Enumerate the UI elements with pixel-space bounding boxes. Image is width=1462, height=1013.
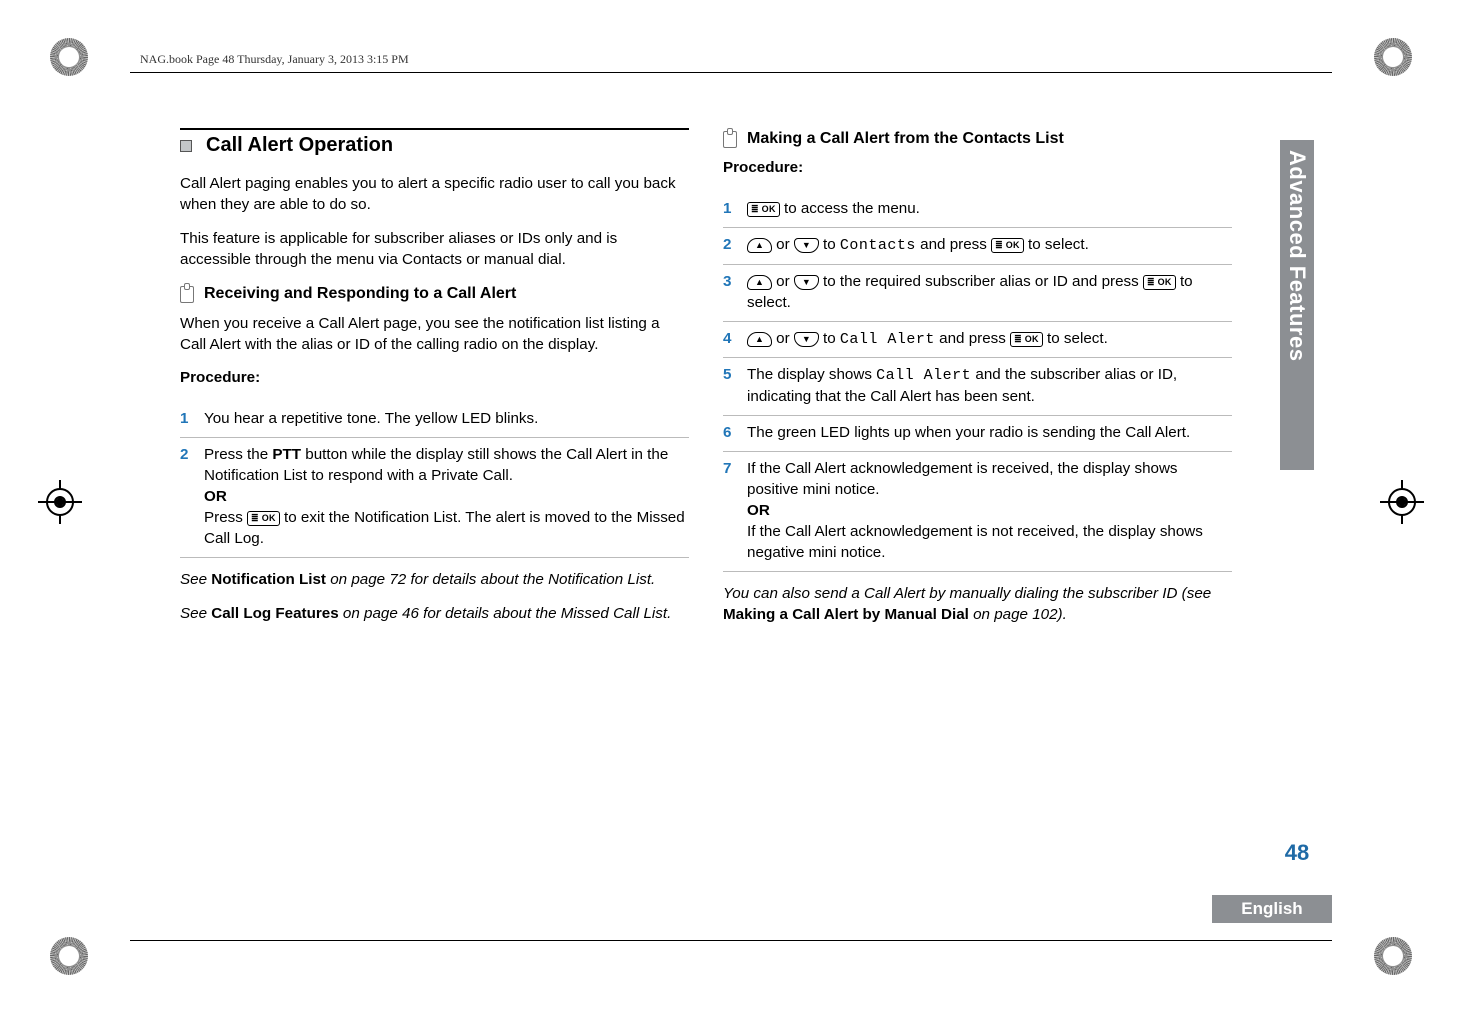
- up-key-icon: ▲: [747, 332, 772, 347]
- subheading-text: Making a Call Alert from the Contacts Li…: [747, 128, 1064, 150]
- clipboard-icon: [723, 131, 737, 148]
- subheading-receiving: Receiving and Responding to a Call Alert: [180, 283, 689, 305]
- up-key-icon: ▲: [747, 238, 772, 253]
- subheading-text: Receiving and Responding to a Call Alert: [204, 283, 516, 305]
- step-row: 3 ▲ or ▼ to the required subscriber alia…: [723, 264, 1232, 321]
- or-label: OR: [747, 502, 770, 519]
- step-body: Press the PTT button while the display s…: [204, 445, 689, 550]
- step-number: 2: [723, 235, 737, 257]
- step-row: 2 ▲ or ▼ to Contacts and press ≣ OK to s…: [723, 227, 1232, 264]
- sub-intro: When you receive a Call Alert page, you …: [180, 314, 689, 356]
- down-key-icon: ▼: [794, 238, 819, 253]
- note-notification-list: See Notification List on page 72 for det…: [180, 570, 689, 591]
- down-key-icon: ▼: [794, 275, 819, 290]
- page-number: 48: [1280, 840, 1314, 866]
- step-row: 7 If the Call Alert acknowledgement is r…: [723, 451, 1232, 571]
- left-column: Call Alert Operation Call Alert paging e…: [180, 128, 689, 639]
- print-mark-bl: [50, 937, 88, 975]
- intro-paragraph-1: Call Alert paging enables you to alert a…: [180, 174, 689, 216]
- print-mark-br: [1374, 937, 1412, 975]
- page-content: Call Alert Operation Call Alert paging e…: [180, 128, 1232, 639]
- menu-item-call-alert: Call Alert: [840, 331, 935, 348]
- right-column: Making a Call Alert from the Contacts Li…: [723, 128, 1232, 639]
- step-number: 5: [723, 365, 737, 408]
- step-number: 2: [180, 445, 194, 550]
- running-head: NAG.book Page 48 Thursday, January 3, 20…: [140, 52, 409, 67]
- menu-item-contacts: Contacts: [840, 237, 916, 254]
- print-crosshair-right: [1380, 480, 1424, 524]
- step-number: 3: [723, 272, 737, 314]
- step-row: 5 The display shows Call Alert and the s…: [723, 357, 1232, 415]
- step-row: 4 ▲ or ▼ to Call Alert and press ≣ OK to…: [723, 321, 1232, 358]
- step-body: ≣ OK to access the menu.: [747, 199, 1232, 220]
- step-body: The display shows Call Alert and the sub…: [747, 365, 1232, 408]
- print-crosshair-left: [38, 480, 82, 524]
- ok-key-icon: ≣ OK: [991, 238, 1024, 253]
- print-mark-tr: [1374, 38, 1412, 76]
- step-number: 4: [723, 329, 737, 351]
- step-row: 6 The green LED lights up when your radi…: [723, 415, 1232, 451]
- section-title: Call Alert Operation: [206, 132, 393, 160]
- or-label: OR: [204, 488, 227, 505]
- step-body: ▲ or ▼ to Contacts and press ≣ OK to sel…: [747, 235, 1232, 257]
- subheading-making: Making a Call Alert from the Contacts Li…: [723, 128, 1232, 150]
- procedure-label: Procedure:: [180, 368, 689, 389]
- ptt-label: PTT: [272, 446, 301, 463]
- note-manual-dial: You can also send a Call Alert by manual…: [723, 584, 1232, 626]
- display-text-call-alert: Call Alert: [876, 367, 971, 384]
- ok-key-icon: ≣ OK: [1010, 332, 1043, 347]
- ok-key-icon: ≣ OK: [1143, 275, 1176, 290]
- language-tab: English: [1212, 895, 1332, 923]
- section-heading: Call Alert Operation: [180, 128, 689, 160]
- side-tab: Advanced Features: [1280, 140, 1314, 470]
- ok-key-icon: ≣ OK: [247, 511, 280, 526]
- step-body: You hear a repetitive tone. The yellow L…: [204, 409, 689, 430]
- step-body: ▲ or ▼ to Call Alert and press ≣ OK to s…: [747, 329, 1232, 351]
- step-row: 2 Press the PTT button while the display…: [180, 437, 689, 557]
- step-body: ▲ or ▼ to the required subscriber alias …: [747, 272, 1232, 314]
- section-marker-icon: [180, 140, 192, 152]
- clipboard-icon: [180, 286, 194, 303]
- bottom-crop-guide: [130, 940, 1332, 941]
- down-key-icon: ▼: [794, 332, 819, 347]
- step-row: 1 You hear a repetitive tone. The yellow…: [180, 402, 689, 437]
- up-key-icon: ▲: [747, 275, 772, 290]
- step-body: The green LED lights up when your radio …: [747, 423, 1232, 444]
- top-crop-guide: [130, 72, 1332, 73]
- step-row: 1 ≣ OK to access the menu.: [723, 192, 1232, 227]
- step-number: 7: [723, 459, 737, 564]
- step-number: 1: [723, 199, 737, 220]
- step-number: 6: [723, 423, 737, 444]
- step-number: 1: [180, 409, 194, 430]
- note-call-log: See Call Log Features on page 46 for det…: [180, 604, 689, 625]
- procedure-label: Procedure:: [723, 158, 1232, 179]
- intro-paragraph-2: This feature is applicable for subscribe…: [180, 229, 689, 271]
- print-mark-tl: [50, 38, 88, 76]
- ok-key-icon: ≣ OK: [747, 202, 780, 217]
- step-body: If the Call Alert acknowledgement is rec…: [747, 459, 1232, 564]
